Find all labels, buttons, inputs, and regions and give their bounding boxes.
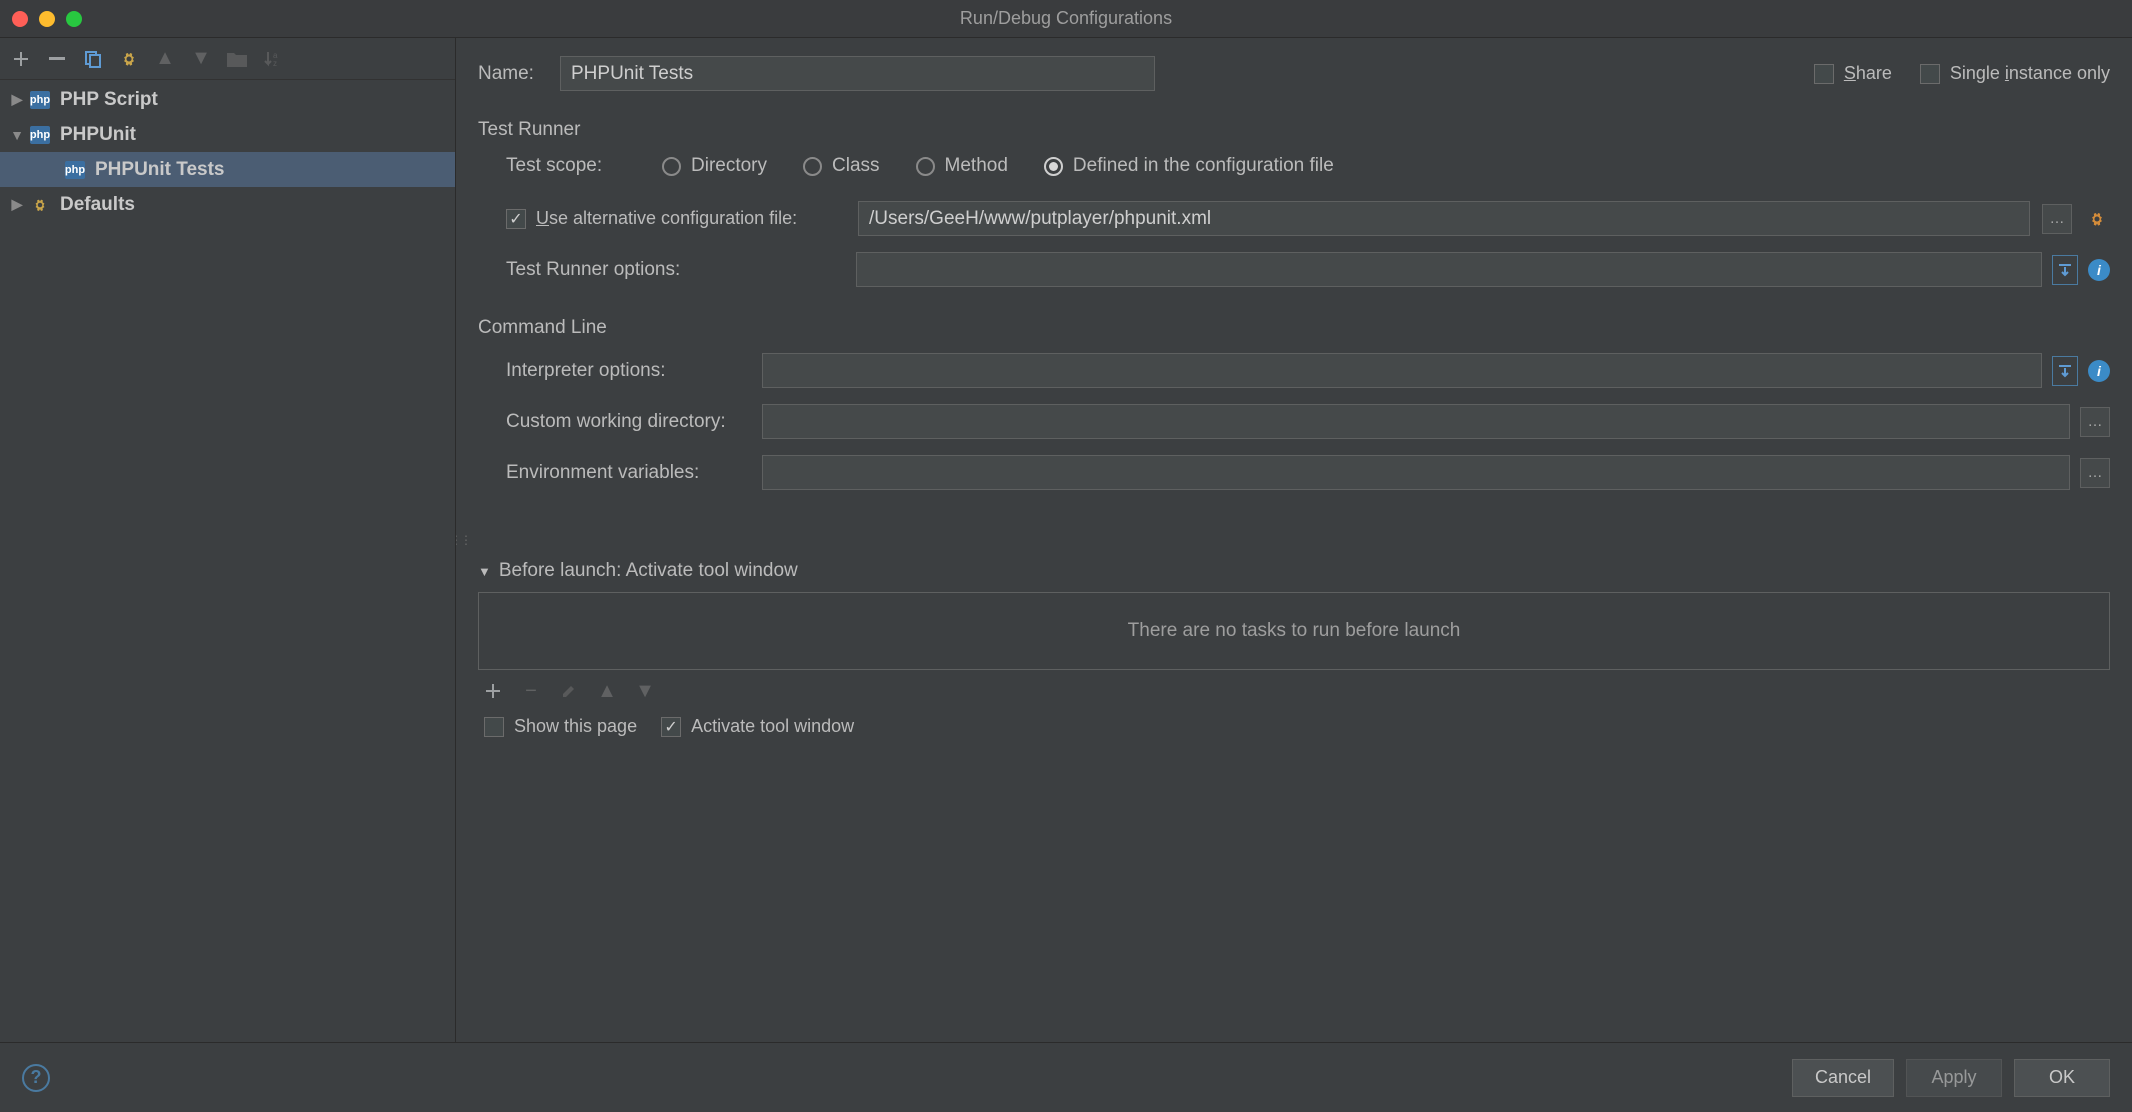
sidebar-toolbar: ▲ ▼ az (0, 38, 455, 80)
radio-icon (803, 157, 822, 176)
tree-item-phpunit-tests[interactable]: php PHPUnit Tests (0, 152, 455, 187)
edit-task-icon[interactable] (558, 680, 580, 702)
empty-tasks-text: There are no tasks to run before launch (1128, 620, 1461, 642)
show-page-label: Show this page (514, 716, 637, 737)
share-checkbox[interactable]: Share (1814, 63, 1892, 84)
move-task-up-icon[interactable]: ▲ (596, 680, 618, 702)
remove-config-icon[interactable] (46, 48, 68, 70)
tree-label: PHPUnit (60, 124, 136, 146)
scope-radio-directory[interactable]: Directory (662, 155, 767, 177)
name-input[interactable] (560, 56, 1155, 91)
use-alt-config-checkbox[interactable]: Use alternative configuration file: (506, 208, 846, 229)
move-task-down-icon[interactable]: ▼ (634, 680, 656, 702)
radio-label: Method (945, 155, 1008, 177)
config-tree[interactable]: ▶ php PHP Script ▼ php PHPUnit php PHPUn… (0, 80, 455, 1042)
scope-radio-method[interactable]: Method (916, 155, 1008, 177)
help-icon[interactable]: ? (22, 1064, 50, 1092)
radio-label: Defined in the configuration file (1073, 155, 1334, 177)
radio-icon (662, 157, 681, 176)
cwd-label: Custom working directory: (506, 411, 752, 433)
tree-item-defaults[interactable]: ▶ Defaults (0, 187, 455, 222)
config-form: ⋮⋮ Name: Share Single instance only Test… (456, 38, 2132, 1042)
before-launch-header[interactable]: ▼ Before launch: Activate tool window (478, 560, 2110, 582)
tree-label: PHPUnit Tests (95, 159, 225, 181)
remove-task-icon[interactable]: − (520, 680, 542, 702)
browse-button[interactable]: … (2080, 407, 2110, 437)
tree-item-phpunit[interactable]: ▼ php PHPUnit (0, 117, 455, 152)
close-window-button[interactable] (12, 11, 28, 27)
cwd-input[interactable] (762, 404, 2070, 439)
checkbox-icon (1920, 64, 1940, 84)
sort-icon[interactable]: az (262, 48, 284, 70)
expand-field-icon[interactable] (2052, 356, 2078, 386)
titlebar: Run/Debug Configurations (0, 0, 2132, 38)
php-file-icon: php (30, 126, 50, 144)
checkbox-icon (484, 717, 504, 737)
scope-radio-config-file[interactable]: Defined in the configuration file (1044, 155, 1334, 177)
zoom-window-button[interactable] (66, 11, 82, 27)
scope-radio-class[interactable]: Class (803, 155, 880, 177)
show-page-checkbox[interactable]: Show this page (484, 716, 637, 737)
runner-options-label: Test Runner options: (506, 259, 846, 281)
php-file-icon: php (65, 161, 85, 179)
dialog-footer: ? Cancel Apply OK (0, 1042, 2132, 1112)
add-task-icon[interactable] (482, 680, 504, 702)
move-down-icon[interactable]: ▼ (190, 48, 212, 70)
alt-config-path-input[interactable] (858, 201, 2030, 236)
browse-button[interactable]: … (2080, 458, 2110, 488)
env-input[interactable] (762, 455, 2070, 490)
apply-button[interactable]: Apply (1906, 1059, 2002, 1097)
radio-icon (1044, 157, 1063, 176)
info-icon[interactable]: i (2088, 259, 2110, 281)
settings-icon[interactable] (2084, 204, 2110, 234)
gear-icon (30, 196, 50, 214)
radio-label: Class (832, 155, 880, 177)
activate-tool-label: Activate tool window (691, 716, 854, 737)
radio-label: Directory (691, 155, 767, 177)
checkbox-icon (1814, 64, 1834, 84)
share-label: hare (1856, 63, 1892, 83)
expand-field-icon[interactable] (2052, 255, 2078, 285)
before-launch-tasks: There are no tasks to run before launch (478, 592, 2110, 670)
interpreter-options-input[interactable] (762, 353, 2042, 388)
expand-arrow-icon[interactable]: ▶ (10, 91, 24, 108)
runner-options-input[interactable] (856, 252, 2042, 287)
settings-config-icon[interactable] (118, 48, 140, 70)
before-launch-label: Before launch: Activate tool window (499, 560, 798, 582)
name-label: Name: (478, 63, 546, 85)
collapse-arrow-icon[interactable]: ▼ (10, 127, 24, 143)
collapse-arrow-icon: ▼ (478, 564, 491, 579)
env-label: Environment variables: (506, 462, 752, 484)
tree-item-php-script[interactable]: ▶ php PHP Script (0, 82, 455, 117)
splitter-handle[interactable]: ⋮⋮ (456, 533, 470, 547)
interpreter-options-label: Interpreter options: (506, 360, 752, 382)
cancel-button[interactable]: Cancel (1792, 1059, 1894, 1097)
browse-button[interactable]: … (2042, 204, 2072, 234)
configurations-sidebar: ▲ ▼ az ▶ php PHP Script ▼ php PHPUnit ph… (0, 38, 456, 1042)
expand-arrow-icon[interactable]: ▶ (10, 196, 24, 213)
svg-text:z: z (273, 59, 277, 68)
test-runner-title: Test Runner (478, 119, 2110, 141)
info-icon[interactable]: i (2088, 360, 2110, 382)
command-line-title: Command Line (478, 317, 2110, 339)
tasks-toolbar: − ▲ ▼ (478, 670, 2110, 716)
single-instance-checkbox[interactable]: Single instance only (1920, 63, 2110, 84)
activate-tool-checkbox[interactable]: Activate tool window (661, 716, 854, 737)
radio-icon (916, 157, 935, 176)
php-file-icon: php (30, 91, 50, 109)
copy-config-icon[interactable] (82, 48, 104, 70)
test-scope-label: Test scope: (506, 155, 626, 177)
window-controls (12, 11, 82, 27)
tree-label: Defaults (60, 194, 135, 216)
checkbox-icon (506, 209, 526, 229)
move-up-icon[interactable]: ▲ (154, 48, 176, 70)
window-title: Run/Debug Configurations (960, 8, 1172, 29)
add-config-icon[interactable] (10, 48, 32, 70)
minimize-window-button[interactable] (39, 11, 55, 27)
tree-label: PHP Script (60, 89, 158, 111)
ok-button[interactable]: OK (2014, 1059, 2110, 1097)
checkbox-icon (661, 717, 681, 737)
folder-icon[interactable] (226, 48, 248, 70)
